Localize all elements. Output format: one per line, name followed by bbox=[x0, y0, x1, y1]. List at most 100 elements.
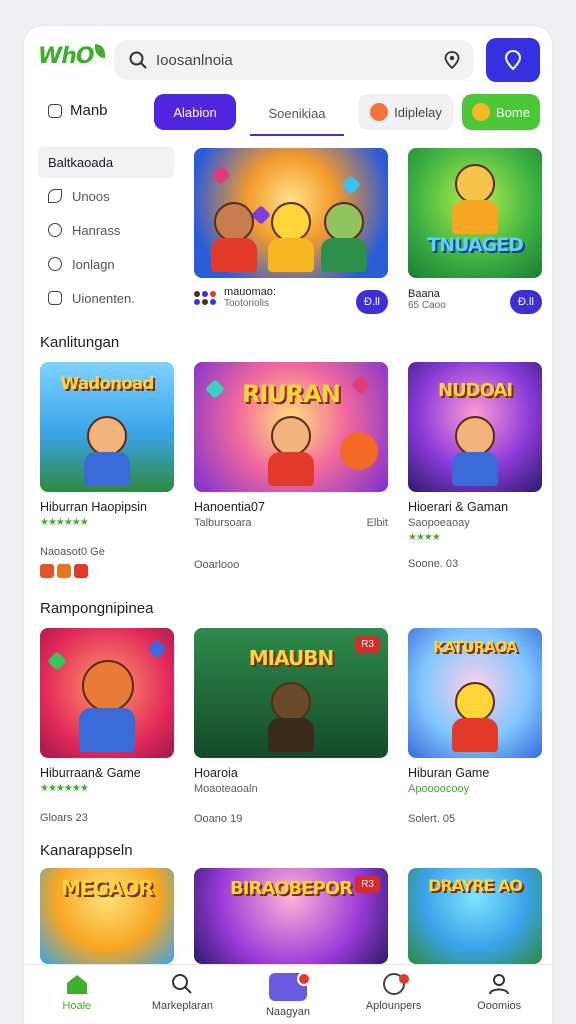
notification-dot bbox=[398, 974, 409, 984]
game-thumbnail: Wadonoad bbox=[40, 362, 174, 492]
card-title: Hoaroia bbox=[194, 766, 238, 780]
section-title: Kanlitungan bbox=[40, 334, 120, 351]
game-title-art: KATURAOA bbox=[433, 638, 518, 656]
card-meta: Naoasot0 Ge bbox=[40, 546, 105, 558]
search-bar[interactable] bbox=[114, 40, 474, 80]
nav-marketplace[interactable]: Markeplaran bbox=[130, 965, 236, 1024]
card-badge: Elbit bbox=[366, 517, 388, 529]
character-image bbox=[264, 202, 318, 272]
game-thumbnail: BIRAOBEPOR R3 bbox=[194, 868, 388, 964]
sidebar-item-hanrass[interactable]: Hanrass bbox=[38, 214, 178, 246]
game-title-art: Wadonoad bbox=[60, 374, 155, 394]
card-title: Hiburran Haopipsin bbox=[40, 500, 148, 514]
rating-stars: ★★★★ bbox=[408, 532, 441, 543]
card-title: Hiburraan& Game bbox=[40, 766, 141, 780]
character-image bbox=[264, 416, 318, 486]
nav-home[interactable]: Hoale bbox=[24, 965, 130, 1024]
featured-card[interactable]: TNUAGED Baana 65 Caoo Ð.ll bbox=[408, 148, 542, 314]
tab-soenikiaa[interactable]: Soenikiaa bbox=[250, 92, 344, 136]
coin-icon bbox=[472, 103, 491, 121]
game-thumbnail bbox=[194, 148, 388, 278]
link-icon bbox=[48, 223, 62, 237]
play-button[interactable]: Ð.ll bbox=[356, 290, 388, 314]
game-card[interactable]: MEGAOR bbox=[40, 868, 174, 964]
character-image bbox=[207, 202, 261, 272]
featured-card[interactable]: mauomao: Tootoriolis Ð.ll bbox=[194, 148, 388, 314]
header: WhO bbox=[24, 26, 552, 90]
game-card[interactable]: DRAYRE AO bbox=[408, 868, 542, 964]
app-logo[interactable]: WhO bbox=[38, 44, 105, 69]
game-title-art: DRAYRE AO bbox=[428, 876, 523, 895]
new-badge: R3 bbox=[355, 876, 380, 893]
platform-icons bbox=[40, 564, 174, 583]
card-meta: Ooano 19 bbox=[194, 813, 243, 825]
app-icon bbox=[74, 564, 88, 578]
gem-icon bbox=[341, 175, 361, 195]
sidebar-item-unoos[interactable]: Unoos bbox=[38, 180, 178, 212]
menu-button[interactable]: Manb bbox=[48, 102, 108, 119]
nav-applounpers[interactable]: Aplounpers bbox=[341, 965, 447, 1024]
menu-label: Manb bbox=[70, 102, 108, 119]
rating-stars: ★★★★★★ bbox=[40, 783, 89, 794]
game-card[interactable]: Hiburraan& Game ★★★★★★ Gloars 23 bbox=[40, 628, 174, 824]
character-image bbox=[448, 416, 502, 486]
search-input[interactable] bbox=[156, 48, 426, 72]
card-meta: Solert. 05 bbox=[408, 813, 456, 825]
card-subtitle: Tootoriolis bbox=[224, 298, 270, 309]
menu-icon bbox=[48, 103, 62, 118]
nav-profile[interactable]: Ooomios bbox=[446, 965, 552, 1024]
gem-icon bbox=[147, 639, 167, 659]
card-title: Hioerari & Gaman bbox=[408, 500, 509, 514]
sidebar: Baltkaoada Unoos Hanrass Ionlagn Uionent… bbox=[38, 146, 178, 314]
tab-alabion[interactable]: Alabion bbox=[154, 94, 236, 130]
card-subtitle: Saopoeaoay bbox=[408, 517, 470, 529]
card-title: mauomao: bbox=[224, 286, 276, 298]
new-badge: R3 bbox=[355, 636, 380, 653]
nav-messages[interactable]: Naagyan bbox=[235, 965, 341, 1024]
game-card[interactable]: RIURAN Hanoentia07 Talbursoara Elbit Ooa… bbox=[194, 362, 388, 571]
game-thumbnail: MEGAOR bbox=[40, 868, 174, 964]
chat-icon bbox=[268, 972, 311, 1001]
gem-icon bbox=[47, 651, 67, 671]
search-icon bbox=[172, 974, 193, 994]
card-meta: Ooarlooo bbox=[194, 559, 240, 571]
game-card[interactable]: NUDOAI Hioerari & Gaman Saopoeaoay ★★★★ … bbox=[408, 362, 542, 570]
notification-dot bbox=[296, 972, 311, 986]
chat-icon bbox=[48, 257, 62, 271]
game-title-art: TNUAGED bbox=[427, 234, 524, 256]
tab-idiplelay[interactable]: Idiplelay bbox=[358, 94, 454, 130]
chat-bubble-icon bbox=[382, 973, 409, 995]
app-screen: WhO Manb Alabion Soenikiaa Idiplelay Bom… bbox=[24, 26, 552, 1024]
section-title: Kanarappseln bbox=[40, 842, 133, 859]
game-thumbnail: KATURAOA bbox=[408, 628, 542, 758]
game-card[interactable]: MIAUBN R3 Hoaroia Moaoteaoaln Ooano 19 bbox=[194, 628, 388, 825]
gem-icon bbox=[211, 165, 231, 185]
leaf-icon bbox=[94, 44, 105, 58]
game-thumbnail: NUDOAI bbox=[408, 362, 542, 492]
home-icon bbox=[66, 975, 87, 994]
game-thumbnail: DRAYRE AO bbox=[408, 868, 542, 964]
game-card[interactable]: KATURAOA Hiburan Game Apoooocooy Solert.… bbox=[408, 628, 542, 825]
game-card[interactable]: Wadonoad Hiburran Haopipsin ★★★★★★ Naoas… bbox=[40, 362, 174, 583]
sidebar-item-active[interactable]: Baltkaoada bbox=[38, 146, 174, 178]
card-title: Hiburan Game bbox=[408, 766, 490, 780]
game-thumbnail bbox=[40, 628, 174, 758]
ball-image bbox=[340, 432, 378, 470]
location-pin-icon[interactable] bbox=[444, 51, 460, 69]
game-thumbnail: RIURAN bbox=[194, 362, 388, 492]
sidebar-item-ionlagn[interactable]: Ionlagn bbox=[38, 248, 178, 280]
location-button[interactable] bbox=[486, 38, 540, 82]
tag-icon bbox=[48, 189, 62, 203]
play-button[interactable]: Ð.ll bbox=[510, 290, 542, 314]
game-thumbnail: MIAUBN R3 bbox=[194, 628, 388, 758]
sidebar-item-uionenten[interactable]: Uionenten. bbox=[38, 282, 178, 314]
game-card[interactable]: BIRAOBEPOR R3 bbox=[194, 868, 388, 964]
section-title: Rampongnipinea bbox=[40, 600, 154, 617]
app-icon bbox=[40, 564, 54, 578]
character-image bbox=[448, 164, 502, 234]
app-icon bbox=[57, 564, 71, 578]
rating-stars: ★★★★★★ bbox=[40, 517, 89, 528]
tab-bome[interactable]: Bome bbox=[462, 94, 540, 130]
grid-icon bbox=[48, 291, 62, 305]
character-image bbox=[75, 660, 139, 752]
